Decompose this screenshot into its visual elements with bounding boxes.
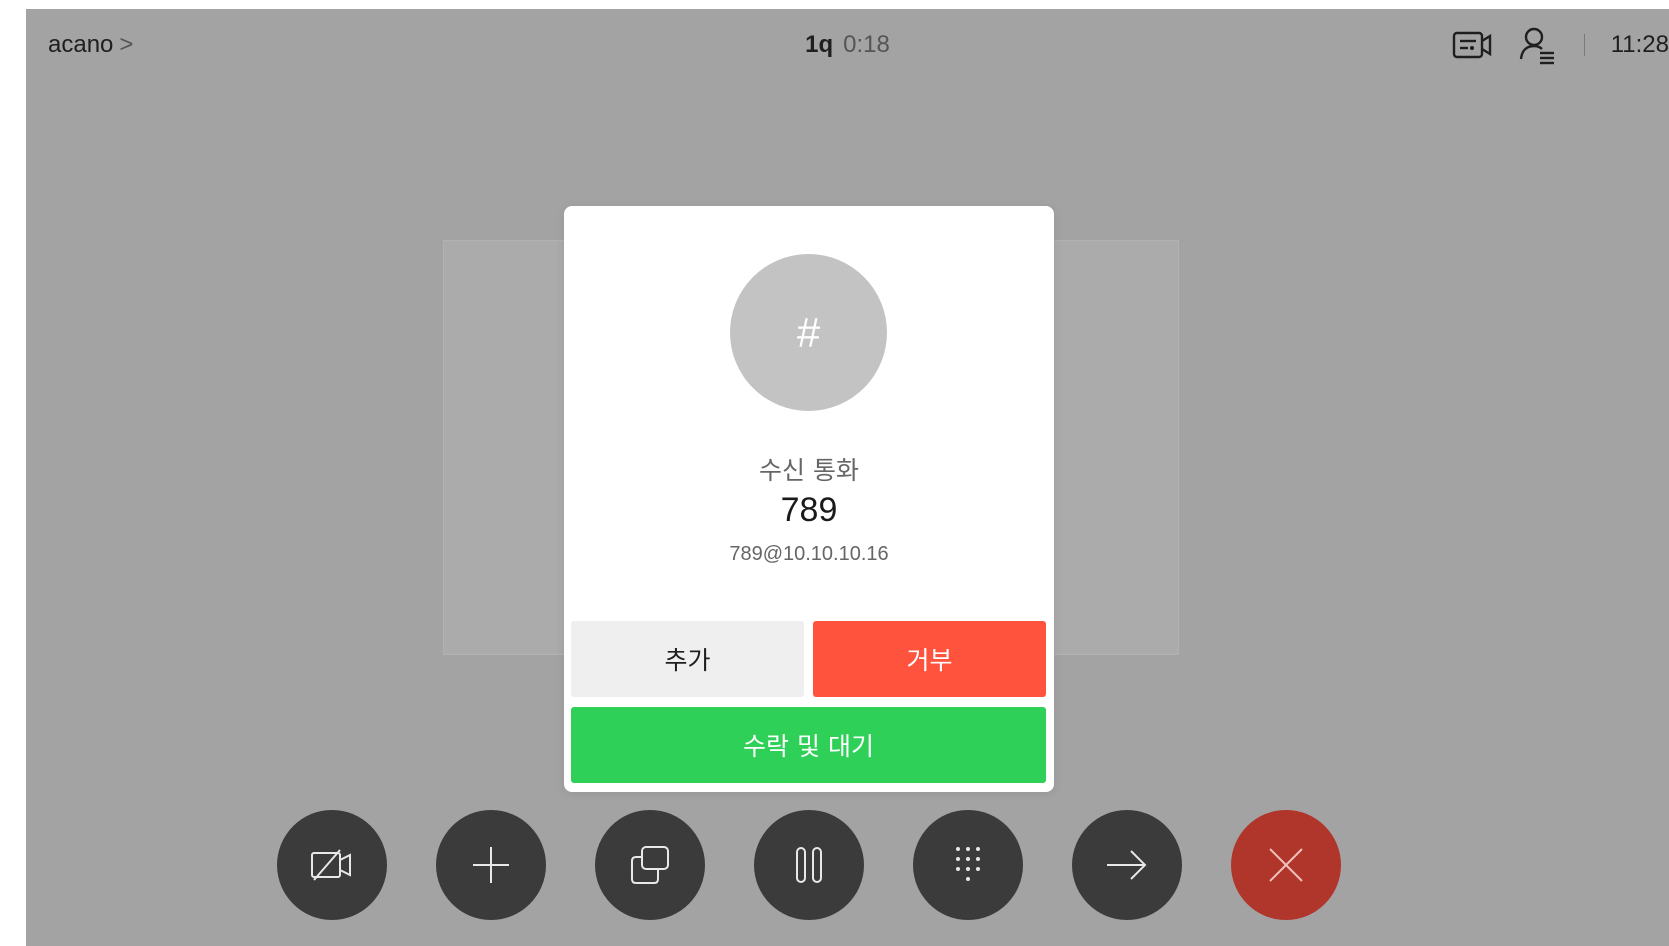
camera-off-icon — [311, 849, 351, 881]
caller-address: 789@10.10.10.16 — [729, 543, 889, 565]
add-participant-button[interactable] — [436, 810, 546, 920]
add-button[interactable]: 추가 — [571, 621, 804, 697]
avatar-glyph: # — [796, 308, 821, 356]
call-timer: 0:18 — [843, 31, 890, 58]
call-title: 1q 0:18 — [26, 31, 1669, 59]
divider — [1583, 34, 1585, 56]
caller-avatar: # — [730, 254, 887, 411]
end-call-icon — [1269, 848, 1303, 882]
keypad-icon — [956, 847, 980, 881]
decline-button[interactable]: 거부 — [813, 621, 1046, 697]
accept-and-hold-button[interactable]: 수락 및 대기 — [571, 707, 1046, 783]
clock: 11:28 — [1610, 31, 1669, 58]
top-right-controls: 11:28 — [1452, 23, 1669, 67]
share-icon — [631, 846, 669, 884]
call-name: 1q — [805, 31, 834, 58]
share-button[interactable] — [595, 810, 705, 920]
caller-number: 789 — [780, 491, 838, 529]
top-bar: acano > 1q 0:18 11:28 — [26, 9, 1669, 81]
incoming-call-dialog: # 수신 통화 789 789@10.10.10.16 추가 거부 수락 및 대… — [564, 206, 1054, 792]
end-call-button[interactable] — [1231, 810, 1341, 920]
self-view-icon[interactable] — [1452, 25, 1492, 65]
call-screen: acano > 1q 0:18 11:28 # 수신 통화 789 789@10… — [26, 9, 1669, 946]
participants-icon[interactable] — [1518, 25, 1558, 65]
transfer-icon — [1107, 850, 1147, 880]
incoming-call-label: 수신 통화 — [759, 456, 859, 485]
call-controls — [26, 810, 1669, 946]
transfer-button[interactable] — [1072, 810, 1182, 920]
keypad-button[interactable] — [913, 810, 1023, 920]
hold-button[interactable] — [754, 810, 864, 920]
hold-icon — [796, 847, 822, 883]
camera-off-button[interactable] — [277, 810, 387, 920]
add-icon — [473, 847, 509, 883]
